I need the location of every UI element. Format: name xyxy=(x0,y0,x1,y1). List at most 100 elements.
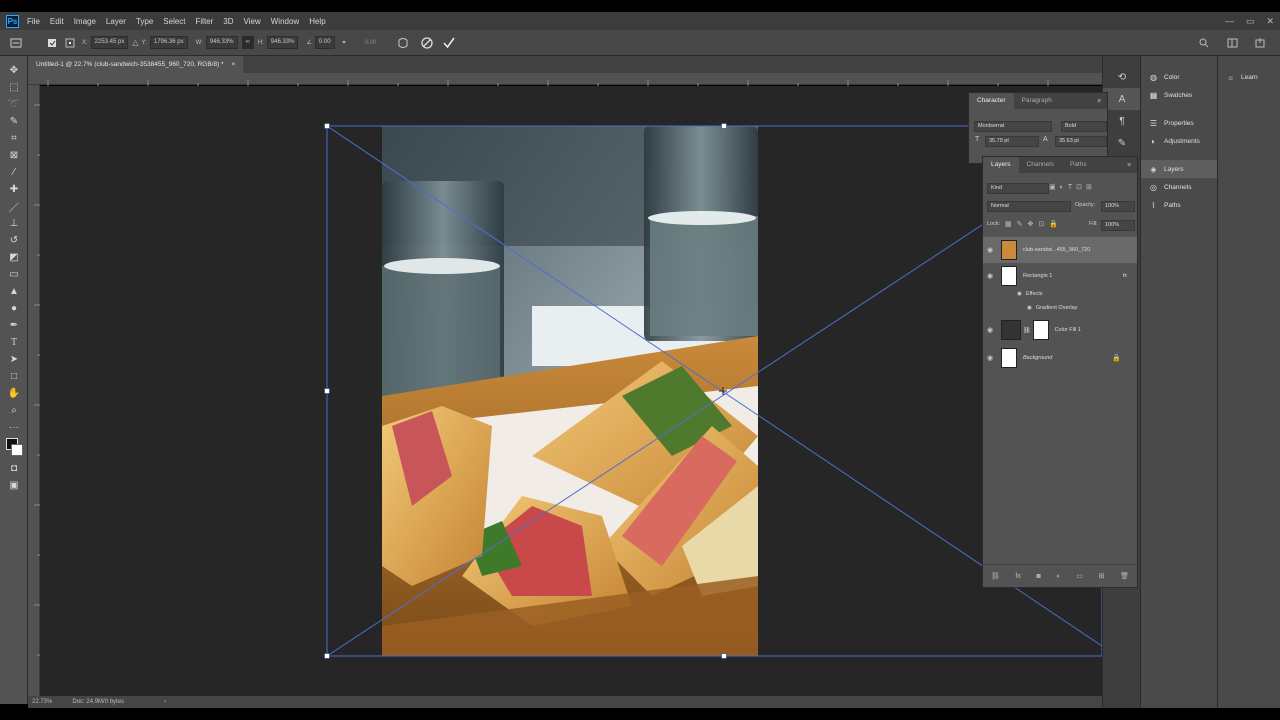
panel-menu-icon[interactable]: ≡ xyxy=(1097,98,1101,105)
menu-view[interactable]: View xyxy=(244,17,261,26)
link-aspect-icon[interactable]: ∞ xyxy=(241,36,254,49)
menu-select[interactable]: Select xyxy=(163,17,185,26)
cancel-transform-icon[interactable] xyxy=(421,36,433,49)
layer-fx-icon[interactable]: fx xyxy=(1123,273,1127,279)
vertical-ruler[interactable] xyxy=(28,85,40,696)
layer-row[interactable]: ◉ club-sandwi...455_960_720 xyxy=(983,237,1137,263)
opacity-field[interactable]: 100% xyxy=(1101,201,1135,212)
layer-row[interactable]: ◉ Background 🔒 xyxy=(983,345,1137,371)
type-tool-icon[interactable]: T xyxy=(0,334,28,351)
healing-brush-tool-icon[interactable]: ✚ xyxy=(0,181,28,198)
maximize-button[interactable]: ▭ xyxy=(1246,16,1255,27)
lock-icons[interactable]: ▦✎✥⊡🔒 xyxy=(1005,220,1063,228)
width-field[interactable]: 946.33% xyxy=(205,36,238,49)
y-position-field[interactable]: 1796.36 px xyxy=(149,36,188,49)
search-icon[interactable] xyxy=(1198,37,1210,49)
zoom-level[interactable]: 22.73% xyxy=(32,699,52,705)
color-swatches[interactable] xyxy=(0,436,27,460)
horizontal-ruler[interactable] xyxy=(28,73,1102,86)
share-icon[interactable] xyxy=(1254,37,1266,49)
canvas-area[interactable] xyxy=(40,86,1102,696)
visibility-eye-icon[interactable]: ◉ xyxy=(1027,305,1032,311)
visibility-eye-icon[interactable]: ◉ xyxy=(983,272,997,280)
tab-layers[interactable]: Layers xyxy=(983,157,1019,173)
path-select-tool-icon[interactable]: ➤ xyxy=(0,351,28,368)
dodge-tool-icon[interactable]: ● xyxy=(0,300,28,317)
new-group-icon[interactable]: ▭ xyxy=(1076,572,1083,580)
screen-mode-icon[interactable]: ▣ xyxy=(0,477,28,494)
rectangle-tool-icon[interactable]: □ xyxy=(0,368,28,385)
menu-3d[interactable]: 3D xyxy=(223,17,233,26)
swatches-panel-tab[interactable]: ▦ Swatches xyxy=(1141,86,1218,104)
gradient-tool-icon[interactable]: ▭ xyxy=(0,266,28,283)
menu-image[interactable]: Image xyxy=(74,17,96,26)
x-position-field[interactable]: 2253.45 px xyxy=(90,36,129,49)
tab-paragraph[interactable]: Paragraph xyxy=(1014,93,1060,109)
pen-tool-icon[interactable]: ✒ xyxy=(0,317,28,334)
paths-panel-tab[interactable]: ⌇ Paths xyxy=(1141,196,1218,214)
font-size-field[interactable]: 35.79 pt xyxy=(985,136,1039,147)
tool-preset-icon[interactable] xyxy=(10,37,22,49)
learn-panel-tab[interactable]: ☼ Learn xyxy=(1218,68,1280,86)
workspace-icon[interactable] xyxy=(1226,37,1238,49)
layer-effect-row[interactable]: ◉ Gradient Overlay xyxy=(983,301,1137,315)
frame-tool-icon[interactable]: ⊠ xyxy=(0,147,28,164)
brush-tool-icon[interactable]: ／ xyxy=(0,198,28,215)
rotate-angle-field[interactable]: 0.00 xyxy=(314,36,335,49)
clone-stamp-tool-icon[interactable]: ⊥ xyxy=(0,215,28,232)
link-layers-icon[interactable]: ⛓ xyxy=(991,572,1000,580)
add-style-icon[interactable]: fx xyxy=(1015,573,1020,580)
layers-panel-menu-icon[interactable]: ≡ xyxy=(1127,162,1131,169)
height-field[interactable]: 946.33% xyxy=(266,36,299,49)
crop-tool-icon[interactable]: ⌗ xyxy=(0,130,28,147)
minimize-button[interactable]: — xyxy=(1225,16,1234,26)
close-window-button[interactable]: ✕ xyxy=(1266,16,1274,27)
transform-bounding-box[interactable] xyxy=(40,86,1102,696)
lasso-tool-icon[interactable]: ➰ xyxy=(0,96,28,113)
font-style-select[interactable]: Bold xyxy=(1061,121,1107,132)
delete-layer-icon[interactable]: 🗑 xyxy=(1120,572,1129,580)
menu-filter[interactable]: Filter xyxy=(196,17,214,26)
brush-settings-icon[interactable]: ✎ xyxy=(1103,132,1141,154)
quick-select-tool-icon[interactable]: ✎ xyxy=(0,113,28,130)
commit-checkmark-icon[interactable] xyxy=(443,37,455,49)
character-panel-icon[interactable]: A xyxy=(1103,88,1141,110)
paragraph-panel-icon[interactable]: ¶ xyxy=(1103,110,1141,132)
document-tab[interactable]: Untitled-1 @ 22.7% (club-sandwich-353845… xyxy=(28,56,244,73)
visibility-eye-icon[interactable]: ◉ xyxy=(1017,291,1022,297)
menu-type[interactable]: Type xyxy=(136,17,153,26)
menu-window[interactable]: Window xyxy=(271,17,299,26)
visibility-eye-icon[interactable]: ◉ xyxy=(983,326,997,334)
history-brush-tool-icon[interactable]: ↺ xyxy=(0,232,28,249)
add-mask-icon[interactable]: ◙ xyxy=(1037,573,1041,580)
properties-panel-tab[interactable]: ☰ Properties xyxy=(1141,114,1218,132)
tab-character[interactable]: Character xyxy=(969,93,1014,109)
marquee-tool-icon[interactable]: ⬚ xyxy=(0,79,28,96)
reference-point-locator-icon[interactable] xyxy=(64,37,76,49)
tab-paths[interactable]: Paths xyxy=(1062,157,1095,173)
layer-filter-kind[interactable]: Kind xyxy=(987,183,1049,194)
zoom-tool-icon[interactable]: ⌕ xyxy=(0,402,28,419)
font-family-select[interactable]: Montserrat xyxy=(974,121,1052,132)
tab-channels[interactable]: Channels xyxy=(1019,157,1062,173)
fill-field[interactable]: 100% xyxy=(1101,220,1135,231)
background-color-swatch[interactable] xyxy=(11,444,23,456)
more-tools-icon[interactable]: ··· xyxy=(0,419,28,436)
eyedropper-tool-icon[interactable]: ⁄ xyxy=(0,164,28,181)
layer-filter-icons[interactable]: ▣◐T⊡⊞ xyxy=(1049,183,1096,191)
warp-mode-icon[interactable] xyxy=(397,37,409,49)
channels-panel-tab[interactable]: ◎ Channels xyxy=(1141,178,1218,196)
visibility-eye-icon[interactable]: ◉ xyxy=(983,246,997,254)
menu-edit[interactable]: Edit xyxy=(50,17,64,26)
visibility-eye-icon[interactable]: ◉ xyxy=(983,354,997,362)
quick-mask-icon[interactable]: ◘ xyxy=(0,460,28,477)
layer-effect-row[interactable]: ◉ Effects xyxy=(983,287,1137,301)
menu-help[interactable]: Help xyxy=(309,17,325,26)
history-panel-icon[interactable]: ⟲ xyxy=(1103,66,1141,88)
leading-field[interactable]: 35.63 pt xyxy=(1055,136,1107,147)
move-tool-icon[interactable]: ✥ xyxy=(0,62,28,79)
adjustments-panel-tab[interactable]: ◐ Adjustments xyxy=(1141,132,1218,150)
adjustment-layer-icon[interactable]: ◐ xyxy=(1056,573,1060,580)
blend-mode-select[interactable]: Normal xyxy=(987,201,1071,212)
blur-tool-icon[interactable]: ▲ xyxy=(0,283,28,300)
